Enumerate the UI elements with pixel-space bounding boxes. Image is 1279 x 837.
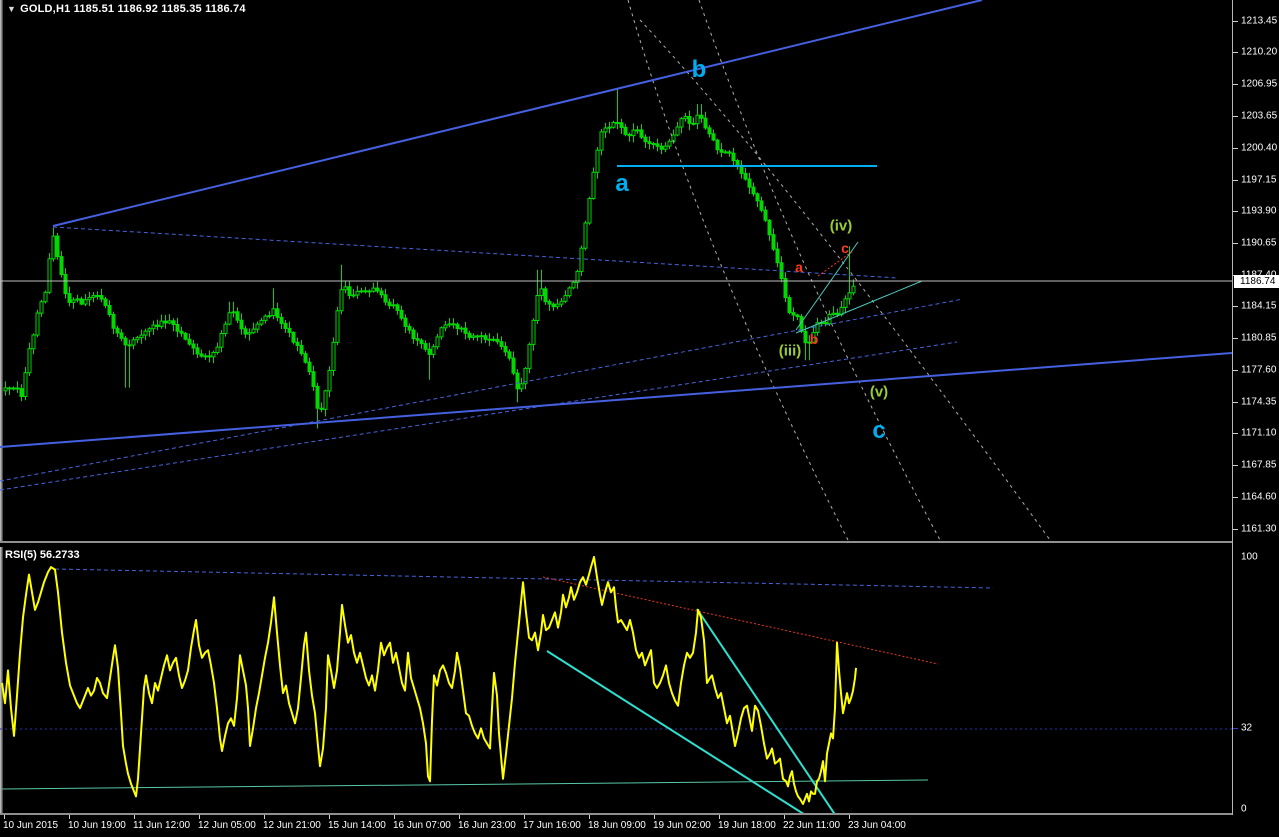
price-tick	[1233, 52, 1238, 53]
price-axis[interactable]: 1213.45 1210.20 1206.95 1203.65 1200.40 1197.…	[1232, 0, 1279, 815]
price-tick	[1233, 243, 1238, 244]
wave-label-iii[interactable]: (iii)	[779, 343, 802, 360]
price-tick	[1233, 370, 1238, 371]
main-chart-plot[interactable]: ▼ GOLD,H1 1185.51 1186.92 1185.35 1186.74…	[0, 0, 1232, 541]
price-tick	[1233, 529, 1238, 530]
rsi-red-dotted[interactable]	[542, 576, 939, 665]
price-tick-label: 1193.90	[1241, 205, 1277, 217]
wave-label-b[interactable]: b	[810, 331, 819, 347]
wave-label-iv[interactable]: (iv)	[830, 218, 853, 235]
price-tick-label: 1210.20	[1241, 46, 1278, 58]
price-tick-label: 1164.60	[1241, 491, 1277, 503]
price-tick	[1233, 21, 1238, 22]
price-tick	[1233, 402, 1238, 403]
price-tick-label: 1203.65	[1241, 110, 1278, 122]
wave-label-a[interactable]: a	[615, 170, 628, 198]
price-tick	[1233, 497, 1238, 498]
time-tick	[4, 815, 5, 819]
chart-marker-icon: ▼	[7, 4, 17, 14]
wave-label-c[interactable]: c	[872, 417, 885, 445]
wave-label-b[interactable]: b	[692, 56, 707, 84]
rsi-panel[interactable]: RSI(5) 56.2733	[0, 547, 1232, 813]
time-axis[interactable]: 10 Jun 2015 10 Jun 19:00 11 Jun 12:00 12 Ju…	[0, 815, 1279, 837]
wave-label-v[interactable]: (v)	[870, 384, 888, 401]
time-tick-label: 18 Jun 09:00	[588, 820, 646, 831]
time-tick-label: 11 Jun 12:00	[133, 820, 191, 831]
time-tick	[849, 815, 850, 819]
time-tick	[589, 815, 590, 819]
time-tick-label: 10 Jun 2015	[3, 820, 59, 831]
time-tick	[264, 815, 265, 819]
wedge-lower[interactable]	[795, 280, 923, 334]
time-tick	[394, 815, 395, 819]
time-tick-label: 19 Jun 18:00	[718, 820, 776, 831]
time-tick-label: 12 Jun 05:00	[198, 820, 256, 831]
rsi-tick-label: 100	[1241, 551, 1258, 563]
time-tick-label: 22 Jun 11:00	[783, 820, 841, 831]
time-tick	[199, 815, 200, 819]
price-tick-label: 1206.95	[1241, 78, 1278, 90]
price-tick	[1233, 433, 1238, 434]
time-tick-label: 12 Jun 21:00	[263, 820, 321, 831]
time-tick-label: 16 Jun 07:00	[393, 820, 451, 831]
fan-dashed-2[interactable]	[0, 341, 958, 491]
rsi-cyan-line-1[interactable]	[546, 650, 810, 813]
time-tick-label: 15 Jun 14:00	[328, 820, 386, 831]
rsi-level-tick	[1233, 728, 1238, 729]
upper-trendline[interactable]	[52, 0, 983, 227]
lower-trendline[interactable]	[0, 352, 1232, 448]
time-tick-label: 16 Jun 23:00	[458, 820, 516, 831]
price-tick	[1233, 465, 1238, 466]
chart-title-text: GOLD,H1 1185.51 1186.92 1185.35 1186.74	[20, 3, 246, 15]
wave-label-a[interactable]: a	[795, 259, 803, 275]
channel-arc-3[interactable]	[639, 19, 1051, 541]
chart-title: ▼ GOLD,H1 1185.51 1186.92 1185.35 1186.74	[7, 3, 246, 15]
price-tick	[1233, 211, 1238, 212]
time-tick	[69, 815, 70, 819]
price-tick-label: 1161.30	[1241, 523, 1277, 535]
time-tick-label: 10 Jun 19:00	[68, 820, 126, 831]
wave-label-c[interactable]: c	[841, 240, 849, 256]
price-tick-label: 1184.15	[1241, 300, 1277, 312]
time-tick	[459, 815, 460, 819]
price-tick-label: 1167.85	[1241, 459, 1277, 471]
candlestick-chart-canvas[interactable]	[0, 0, 1232, 541]
price-tick	[1233, 306, 1238, 307]
price-tick-label: 1174.35	[1241, 396, 1277, 408]
fan-dashed-1[interactable]	[0, 298, 964, 482]
price-tick	[1233, 180, 1238, 181]
price-tick-label: 1213.45	[1241, 15, 1278, 27]
price-tick-label: 1190.65	[1241, 237, 1277, 249]
time-tick-label: 17 Jun 16:00	[523, 820, 581, 831]
time-tick	[134, 815, 135, 819]
price-tick	[1233, 84, 1238, 85]
price-tick	[1233, 338, 1238, 339]
time-tick	[524, 815, 525, 819]
price-tick	[1233, 116, 1238, 117]
rsi-indicator-label: RSI(5) 56.2733	[5, 549, 80, 561]
time-tick	[784, 815, 785, 819]
time-tick	[654, 815, 655, 819]
current-price-box: 1186.74	[1234, 275, 1279, 288]
price-tick-label: 1197.15	[1241, 174, 1277, 186]
channel-arc-1[interactable]	[627, 0, 849, 541]
time-tick-label: 19 Jun 02:00	[653, 820, 711, 831]
time-tick	[719, 815, 720, 819]
price-tick	[1233, 148, 1238, 149]
time-tick-label: 23 Jun 04:00	[848, 820, 906, 831]
channel-arc-2[interactable]	[698, 0, 941, 541]
rsi-chart-canvas[interactable]	[0, 547, 1232, 813]
price-tick-label: 1177.60	[1241, 364, 1277, 376]
time-tick	[329, 815, 330, 819]
price-tick-label: 1171.10	[1241, 427, 1277, 439]
mt4-chart-window: ▼ GOLD,H1 1185.51 1186.92 1185.35 1186.74…	[0, 0, 1279, 837]
price-tick-label: 1200.40	[1241, 142, 1278, 154]
rsi-tick-label: 32	[1241, 722, 1253, 734]
rsi-tick-label: 0	[1241, 803, 1247, 815]
price-tick-label: 1180.85	[1241, 332, 1277, 344]
